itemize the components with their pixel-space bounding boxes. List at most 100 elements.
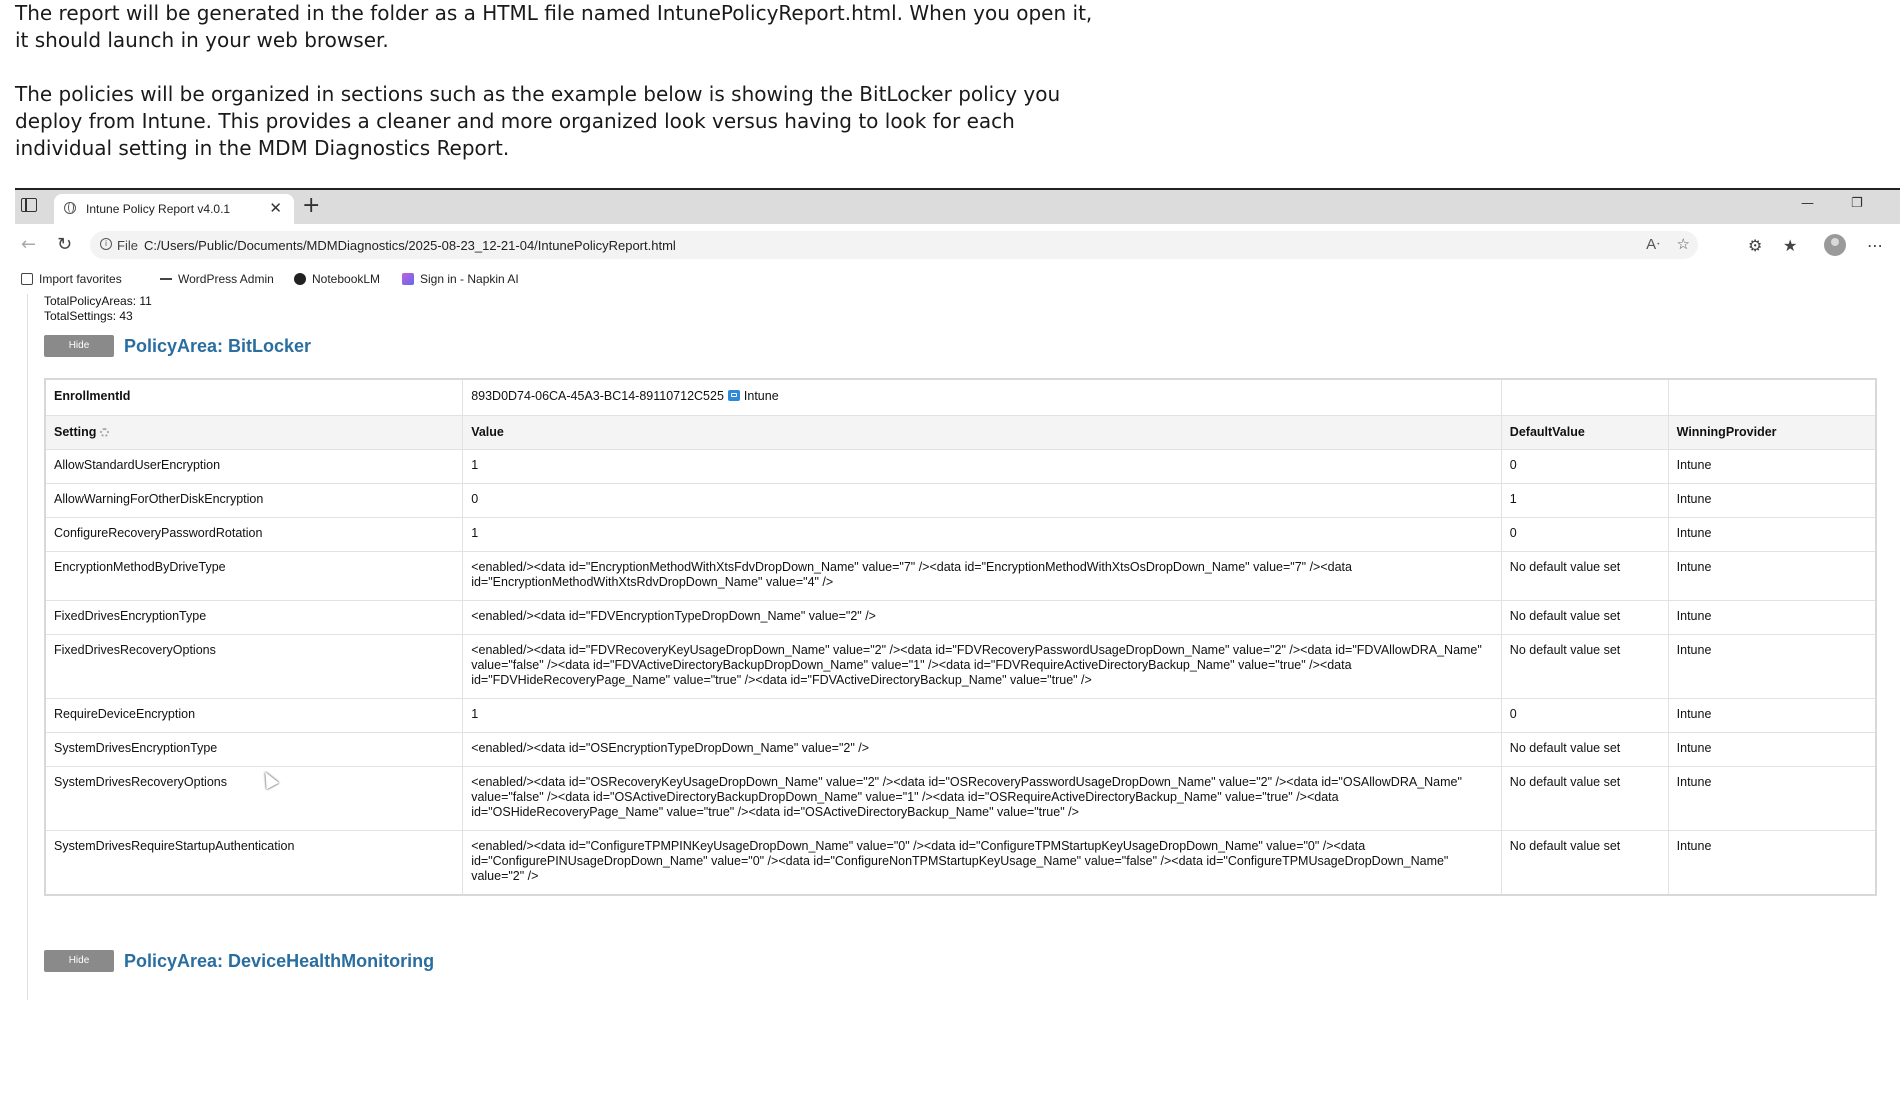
setting-provider: Intune [1667,732,1877,767]
favorites-bar: Import favorites WordPress Admin Noteboo… [15,266,1900,294]
table-row: AllowStandardUserEncryption 1 0 Intune [44,449,1877,484]
setting-provider: Intune [1667,517,1877,552]
setting-value: <enabled/><data id="EncryptionMethodWith… [462,551,1502,601]
setting-default: 1 [1500,483,1669,518]
table-row: SystemDrivesEncryptionType <enabled/><da… [44,732,1877,767]
intro-text: The report will be generated in the fold… [15,0,1095,189]
setting-name: FixedDrivesEncryptionType [44,600,464,635]
table-row: SystemDrivesRequireStartupAuthentication… [44,830,1877,896]
favorite-wordpress[interactable]: WordPress Admin [160,272,274,286]
notebooklm-icon [294,273,306,285]
browser-screenshot: Intune Policy Report v4.0.1 ✕ + — ❐ ← ↻ … [15,188,1900,1000]
section-header-devicehealthmonitoring: Hide PolicyArea: DeviceHealthMonitoring [44,950,434,972]
setting-name: SystemDrivesEncryptionType [44,732,464,767]
setting-value: <enabled/><data id="FDVEncryptionTypeDro… [462,600,1502,635]
table-row: ConfigureRecoveryPasswordRotation 1 0 In… [44,517,1877,552]
report-totals: TotalPolicyAreas: 11 TotalSettings: 43 [44,294,152,324]
setting-provider: Intune [1667,634,1877,699]
setting-default: No default value set [1500,551,1669,601]
table-row: RequireDeviceEncryption 1 0 Intune [44,698,1877,733]
address-bar[interactable]: i File C:/Users/Public/Documents/MDMDiag… [90,231,1698,259]
favorites-icon[interactable]: ★ [1783,236,1797,255]
enrollment-provider: Intune [743,389,779,403]
setting-default: No default value set [1500,634,1669,699]
table-header: Setting Value DefaultValue WinningProvid… [44,415,1877,450]
setting-name: FixedDrivesRecoveryOptions [44,634,464,699]
close-tab-icon[interactable]: ✕ [269,199,282,217]
refresh-icon[interactable]: ↻ [57,234,72,255]
new-tab-icon[interactable]: + [302,193,320,218]
more-menu-icon[interactable]: ⋯ [1867,236,1883,255]
globe-icon [64,202,76,214]
setting-value: <enabled/><data id="OSEncryptionTypeDrop… [462,732,1502,767]
favorite-napkin[interactable]: Sign in - Napkin AI [402,272,519,286]
header-default-value: DefaultValue [1500,415,1669,450]
header-setting[interactable]: Setting [44,415,464,450]
table-row: EncryptionMethodByDriveType <enabled/><d… [44,551,1877,601]
profile-avatar[interactable] [1824,234,1846,256]
setting-default: 0 [1500,449,1669,484]
tab-bar: Intune Policy Report v4.0.1 ✕ + — ❐ [15,190,1900,224]
setting-name: SystemDrivesRequireStartupAuthentication [44,830,464,896]
total-settings: TotalSettings: 43 [44,309,133,323]
sidebar-toggle-icon[interactable] [21,198,37,212]
intro-paragraph-1: The report will be generated in the fold… [15,1,1093,52]
setting-name: SystemDrivesRecoveryOptions [44,766,464,831]
favorite-star-icon[interactable]: ☆ [1677,235,1690,253]
setting-value: <enabled/><data id="OSRecoveryKeyUsageDr… [462,766,1502,831]
setting-name: ConfigureRecoveryPasswordRotation [44,517,464,552]
enrollment-id: 893D0D74-06CA-45A3-BC14-89110712C525 [471,389,724,403]
setting-default: 0 [1500,698,1669,733]
info-icon[interactable]: i [100,238,112,250]
setting-provider: Intune [1667,483,1877,518]
setting-default: No default value set [1500,732,1669,767]
sort-gear-icon[interactable] [100,428,110,438]
extensions-icon[interactable]: ⚙ [1748,236,1762,255]
favorite-notebooklm[interactable]: NotebookLM [294,272,380,286]
setting-value: 0 [462,483,1502,518]
back-icon[interactable]: ← [21,234,36,255]
enrollment-value: 893D0D74-06CA-45A3-BC14-89110712C525 Intu… [462,378,1502,416]
napkin-icon [402,273,414,285]
setting-value: 1 [462,517,1502,552]
setting-name: AllowWarningForOtherDiskEncryption [44,483,464,518]
setting-provider: Intune [1667,766,1877,831]
hide-button[interactable]: Hide [44,335,114,357]
setting-provider: Intune [1667,600,1877,635]
setting-default: No default value set [1500,766,1669,831]
policy-area-title: PolicyArea: DeviceHealthMonitoring [124,950,435,971]
header-winning-provider: WinningProvider [1667,415,1877,450]
minimize-icon[interactable]: — [1801,196,1814,211]
address-bar-row: ← ↻ i File C:/Users/Public/Documents/MDM… [15,224,1900,266]
intro-paragraph-2: The policies will be organized in sectio… [15,82,1061,160]
policy-table: EnrollmentId 893D0D74-06CA-45A3-BC14-891… [44,378,1877,896]
url-text[interactable]: C:/Users/Public/Documents/MDMDiagnostics… [144,238,676,253]
enrollment-row: EnrollmentId 893D0D74-06CA-45A3-BC14-891… [44,378,1877,416]
setting-provider: Intune [1667,830,1877,896]
setting-value: <enabled/><data id="ConfigureTPMPINKeyUs… [462,830,1502,896]
table-row: SystemDrivesRecoveryOptions <enabled/><d… [44,766,1877,831]
table-row: FixedDrivesRecoveryOptions <enabled/><da… [44,634,1877,699]
read-aloud-icon[interactable]: Aᐧ [1646,235,1660,253]
setting-name: AllowStandardUserEncryption [44,449,464,484]
enrollment-label: EnrollmentId [44,378,464,416]
wordpress-icon [160,278,172,280]
setting-provider: Intune [1667,449,1877,484]
tab-intune-report[interactable]: Intune Policy Report v4.0.1 ✕ [54,194,294,224]
table-row: FixedDrivesEncryptionType <enabled/><dat… [44,600,1877,635]
tab-title: Intune Policy Report v4.0.1 [86,202,231,216]
import-icon [21,273,33,285]
setting-provider: Intune [1667,698,1877,733]
favorite-import[interactable]: Import favorites [21,272,122,286]
setting-default: 0 [1500,517,1669,552]
policy-area-title: PolicyArea: BitLocker [124,335,312,356]
setting-value: 1 [462,698,1502,733]
hide-button[interactable]: Hide [44,950,114,972]
setting-value: 1 [462,449,1502,484]
setting-name: EncryptionMethodByDriveType [44,551,464,601]
total-policy-areas: TotalPolicyAreas: 11 [44,294,152,308]
setting-provider: Intune [1667,551,1877,601]
maximize-icon[interactable]: ❐ [1851,196,1863,211]
section-header-bitlocker: Hide PolicyArea: BitLocker [44,335,311,357]
table-row: AllowWarningForOtherDiskEncryption 0 1 I… [44,483,1877,518]
